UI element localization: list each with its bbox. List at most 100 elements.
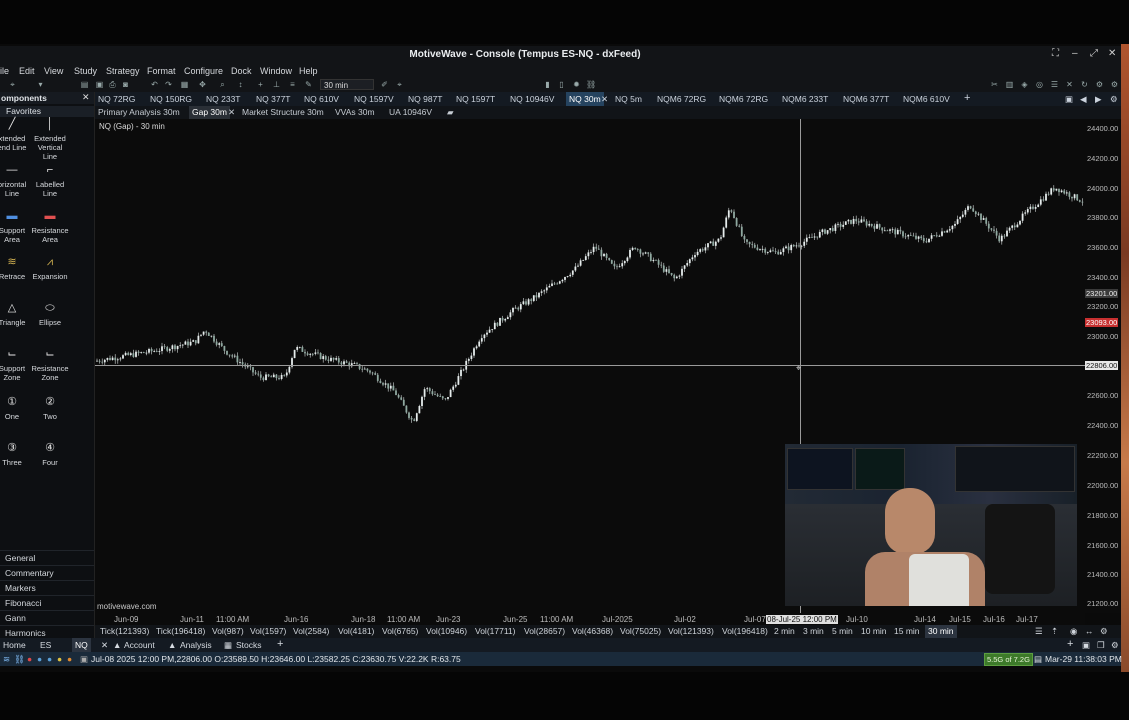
bar-size-option[interactable]: Vol(75025) (620, 626, 661, 636)
tab-nq-active[interactable]: NQ (72, 638, 91, 652)
grid-icon[interactable]: ▦ (180, 80, 189, 89)
refresh-icon[interactable]: ↻ (1080, 80, 1089, 89)
menu-view[interactable]: View (44, 66, 63, 76)
fit-icon[interactable]: ↔ (1085, 626, 1094, 636)
cursor-icon[interactable]: ↕ (236, 80, 245, 89)
category-markers[interactable]: Markers (0, 580, 94, 594)
tab-chart-6[interactable]: NQ 987T (408, 94, 443, 104)
tab-es[interactable]: ES (40, 640, 51, 650)
bars-icon[interactable]: ▮ (543, 80, 552, 89)
undo-icon[interactable]: ↶ (150, 80, 159, 89)
favorites-header[interactable]: Favorites (0, 106, 94, 117)
tab-nq-close-icon[interactable]: ✕ (101, 640, 108, 651)
redo-icon[interactable]: ↷ (164, 80, 173, 89)
tab-chart-4[interactable]: NQ 610V (304, 94, 339, 104)
forward-icon[interactable]: ▶ (1095, 94, 1102, 105)
bar-size-option[interactable]: Vol(196418) (722, 626, 768, 636)
tab-chart-11[interactable]: NQM6 72RG (657, 94, 706, 104)
gear-small-icon[interactable]: ⚙ (1095, 80, 1104, 89)
tab-page-1-active[interactable]: Gap 30m (189, 106, 230, 119)
tool-four[interactable]: ④ Four (30, 443, 70, 468)
tab-chart-14[interactable]: NQM6 377T (843, 94, 889, 104)
fullscreen-icon[interactable]: ⛶ (1052, 48, 1059, 59)
tab-chart-12[interactable]: NQM6 72RG (719, 94, 768, 104)
bar-size-option[interactable]: Tick(196418) (156, 626, 205, 636)
bar-size-option[interactable]: 5 min (832, 626, 853, 636)
crosshair-tool-icon[interactable]: + (256, 80, 265, 89)
ruler-icon[interactable]: ≡ (288, 80, 297, 89)
tool-extended-trend-line[interactable]: ╱ xtended end Line (0, 119, 32, 153)
fire-icon[interactable]: ✹ (572, 80, 581, 89)
bar-size-option[interactable]: 10 min (861, 626, 887, 636)
bar-size-option[interactable]: Vol(10946) (426, 626, 467, 636)
draw-icon[interactable]: ✎ (304, 80, 313, 89)
window-icon[interactable]: ▣ (1082, 640, 1090, 651)
tab-chart-15[interactable]: NQM6 610V (903, 94, 950, 104)
workspace-settings-icon[interactable]: ⚙ (1111, 640, 1119, 651)
menu-format[interactable]: Format (147, 66, 176, 76)
tab-chart-5[interactable]: NQ 1597V (354, 94, 394, 104)
link-icon[interactable]: ⛓ (586, 80, 596, 89)
tab-chart-10[interactable]: NQ 5m (615, 94, 642, 104)
tool-three[interactable]: ③ Three (0, 443, 32, 468)
menu-window[interactable]: Window (260, 66, 292, 76)
bar-size-option[interactable]: Vol(121393) (668, 626, 714, 636)
tab-chart-1[interactable]: NQ 150RG (150, 94, 192, 104)
expand-icon[interactable]: ▣ (1065, 94, 1073, 105)
print-icon[interactable]: ⎙ (108, 80, 117, 89)
tools-icon[interactable]: ✂ (990, 80, 999, 89)
tab-settings-icon[interactable]: ⚙ (1110, 94, 1118, 105)
crosshair-icon[interactable]: ⌖ (8, 80, 17, 89)
settings-icon[interactable]: ⚙ (1110, 80, 1119, 89)
menu-dock[interactable]: Dock (231, 66, 252, 76)
chart-icon[interactable]: ▥ (1005, 80, 1014, 89)
tab-page-0[interactable]: Primary Analysis 30m (98, 107, 180, 117)
tab-chart-7[interactable]: NQ 1597T (456, 94, 495, 104)
tab-chart-3[interactable]: NQ 377T (256, 94, 291, 104)
dropdown-icon[interactable]: ▾ (36, 80, 45, 89)
add-tab-icon[interactable]: + (964, 92, 970, 104)
add-workspace-icon[interactable]: + (277, 638, 283, 650)
add-icon[interactable]: + (1067, 638, 1073, 650)
bar-size-option[interactable]: 3 min (803, 626, 824, 636)
tab-account[interactable]: Account (124, 640, 155, 650)
cross-icon[interactable]: ✕ (1065, 80, 1074, 89)
tool-labelled-line[interactable]: ⌐ Labelled Line (30, 165, 70, 199)
tool-support-area[interactable]: ▬ Support Area (0, 211, 32, 245)
tool-support-zone[interactable]: ⌙ Support Zone (0, 349, 32, 383)
menu-configure[interactable]: Configure (184, 66, 223, 76)
tool-resistance-area[interactable]: ▬ Resistance Area (30, 211, 70, 245)
bar-size-option[interactable]: Vol(46368) (572, 626, 613, 636)
bar-size-option[interactable]: Vol(28657) (524, 626, 565, 636)
bar-size-option[interactable]: Vol(1597) (250, 626, 286, 636)
new-icon[interactable]: ▤ (80, 80, 89, 89)
layers-icon[interactable]: ◈ (1020, 80, 1029, 89)
nav-up-icon[interactable]: ⇡ (1051, 626, 1058, 637)
maximize-icon[interactable]: ⤢ (1090, 48, 1098, 59)
category-harmonics[interactable]: Harmonics (0, 625, 94, 639)
tab-chart-0[interactable]: NQ 72RG (98, 94, 135, 104)
tool-resistance-zone[interactable]: ⌙ Resistance Zone (30, 349, 70, 383)
category-commentary[interactable]: Commentary (0, 565, 94, 579)
menu-help[interactable]: Help (299, 66, 318, 76)
tab-chart-13[interactable]: NQM6 233T (782, 94, 828, 104)
tab-analysis[interactable]: Analysis (180, 640, 212, 650)
pencil-icon[interactable]: ✐ (380, 80, 389, 89)
tool-horizontal-line[interactable]: — orizontal Line (0, 165, 32, 199)
bar-size-option-active[interactable]: 30 min (925, 625, 957, 638)
back-icon[interactable]: ◀ (1080, 94, 1087, 105)
bar-size-option[interactable]: Vol(4181) (338, 626, 374, 636)
category-gann[interactable]: Gann (0, 610, 94, 624)
bar-size-option[interactable]: Tick(121393) (100, 626, 149, 636)
menu-file[interactable]: ile (0, 66, 9, 76)
list-icon[interactable]: ☰ (1050, 80, 1059, 89)
tool-ellipse[interactable]: ⬭ Ellipse (30, 303, 70, 328)
folder-icon[interactable]: ▰ (447, 107, 454, 118)
timeframe-select[interactable]: 30 min (320, 79, 374, 90)
menu-edit[interactable]: Edit (19, 66, 35, 76)
tab-stocks[interactable]: Stocks (236, 640, 262, 650)
tool-triangle[interactable]: △ Triangle (0, 303, 32, 328)
tab-close-icon[interactable]: ✕ (601, 94, 608, 105)
measure-icon[interactable]: ⊥ (272, 80, 281, 89)
bar-size-option[interactable]: Vol(6765) (382, 626, 418, 636)
